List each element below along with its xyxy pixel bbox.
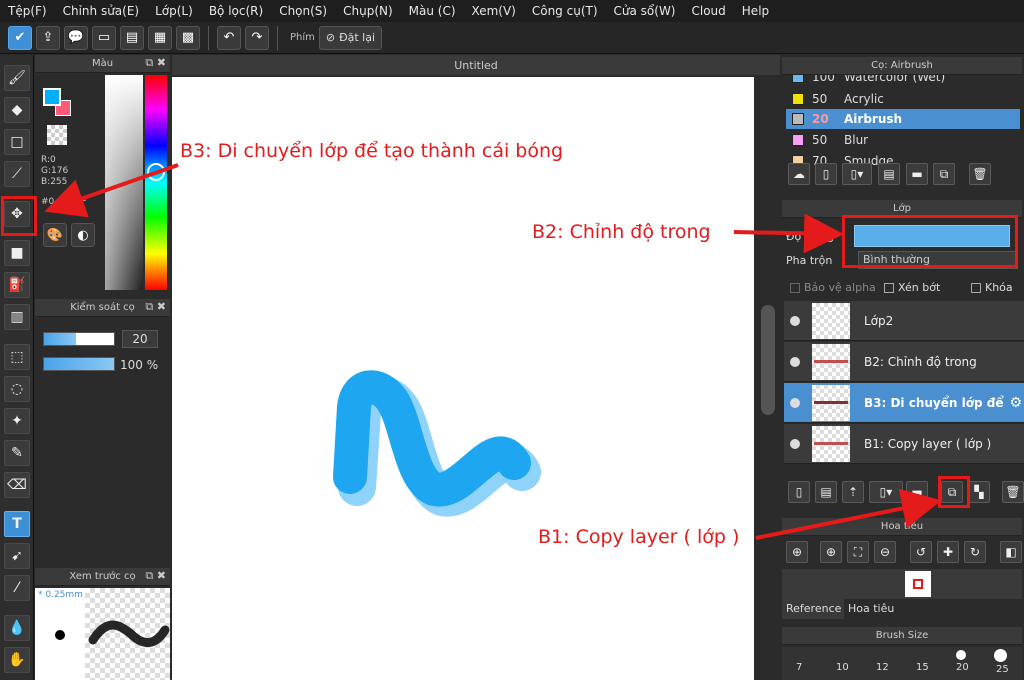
annotation-step-1: B1: Copy layer ( lớp ) bbox=[538, 526, 740, 548]
app-window: Tệp(F) Chỉnh sửa(E) Lớp(L) Bộ lọc(R) Chọ… bbox=[0, 0, 1024, 680]
b2-arrow bbox=[733, 213, 844, 254]
annotation-step-2: B2: Chỉnh độ trong bbox=[532, 221, 711, 243]
annotation-arrows bbox=[44, 163, 942, 540]
annotation-step-3: B3: Di chuyển lớp để tạo thành cái bóng bbox=[180, 140, 564, 162]
b3-arrow bbox=[44, 163, 179, 218]
b1-arrow bbox=[755, 488, 942, 540]
